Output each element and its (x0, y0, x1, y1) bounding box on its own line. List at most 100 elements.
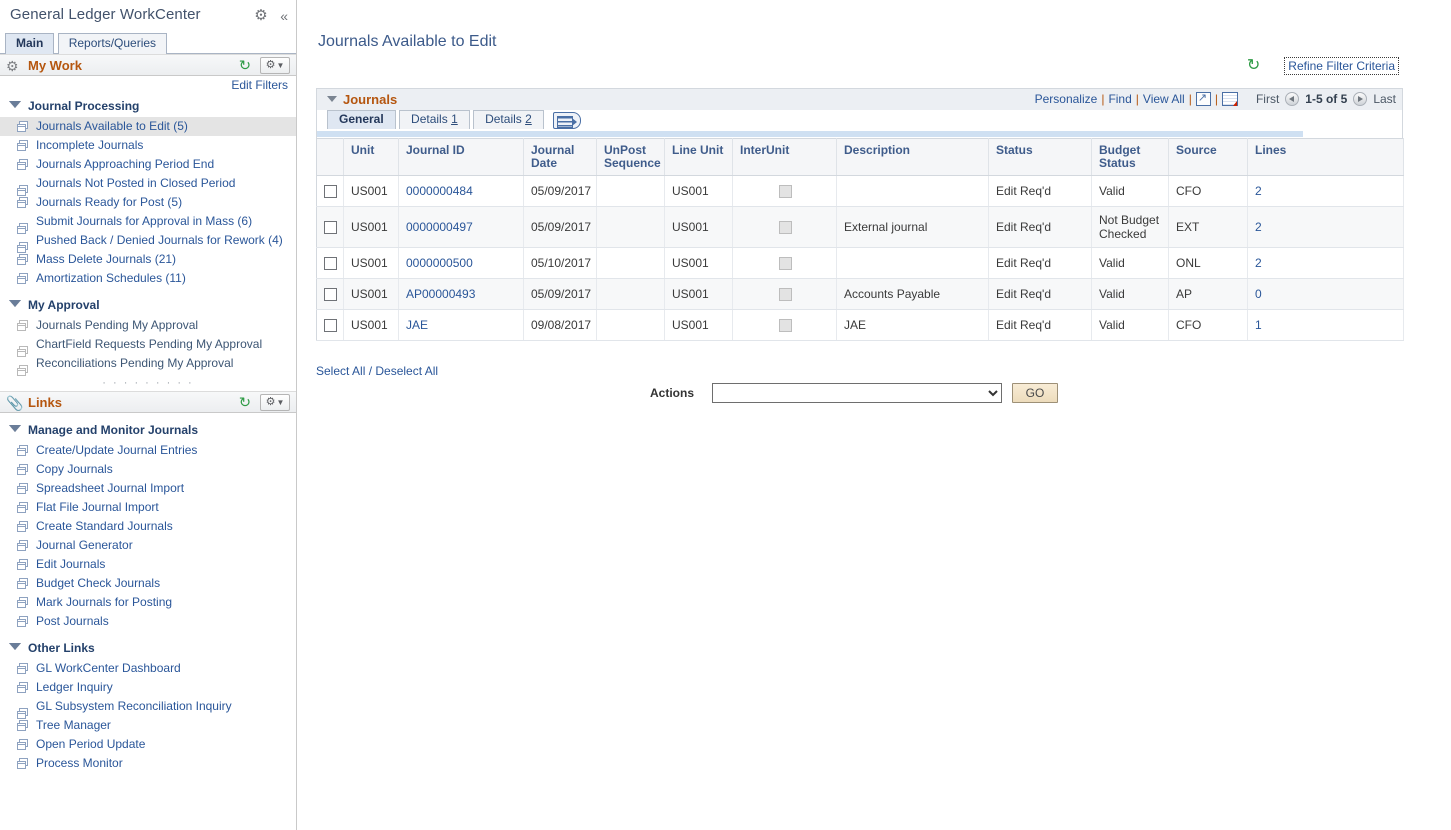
sidebar-item-create-update-journal-entries[interactable]: Create/Update Journal Entries (0, 441, 296, 460)
refine-filter-criteria-link[interactable]: Refine Filter Criteria (1284, 57, 1399, 75)
row-checkbox[interactable] (324, 319, 337, 332)
col-description[interactable]: Description (837, 139, 989, 176)
sidebar-item-journals-pending-my-approval[interactable]: Journals Pending My Approval (0, 316, 296, 335)
lines-link[interactable]: 1 (1255, 318, 1262, 332)
sidebar-item-label[interactable]: Budget Check Journals (36, 576, 160, 590)
journal-id-link[interactable]: JAE (406, 318, 428, 332)
lines-link[interactable]: 2 (1255, 220, 1262, 234)
col-line-unit[interactable]: Line Unit (665, 139, 733, 176)
sidebar-item-label[interactable]: Pushed Back / Denied Journals for Rework… (36, 233, 283, 247)
sidebar-item-journals-available-to-edit[interactable]: Journals Available to Edit (5) (0, 117, 296, 136)
sidebar-item-label[interactable]: GL Subsystem Reconciliation Inquiry (36, 699, 232, 713)
sidebar-item-budget-check-journals[interactable]: Budget Check Journals (0, 574, 296, 593)
links-options-button[interactable]: ⚙ ▼ (260, 394, 290, 411)
sidebar-item-label[interactable]: Incomplete Journals (36, 138, 143, 152)
customize-columns-icon[interactable] (553, 112, 581, 129)
section-header[interactable]: My Approval (0, 295, 296, 316)
sidebar-item-label[interactable]: Reconciliations Pending My Approval (36, 356, 233, 370)
sidebar-item-label[interactable]: Open Period Update (36, 737, 145, 751)
row-select-cell[interactable] (317, 207, 344, 248)
sidebar-item-spreadsheet-journal-import[interactable]: Spreadsheet Journal Import (0, 479, 296, 498)
sidebar-item-gl-subsystem-reconciliation-inquiry[interactable]: GL Subsystem Reconciliation Inquiry (0, 697, 296, 716)
cell-lines[interactable]: 2 (1248, 248, 1404, 279)
lines-link[interactable]: 2 (1255, 256, 1262, 270)
sidebar-item-label[interactable]: Create Standard Journals (36, 519, 173, 533)
cell-lines[interactable]: 0 (1248, 279, 1404, 310)
row-checkbox[interactable] (324, 221, 337, 234)
sidebar-item-label[interactable]: Journal Generator (36, 538, 133, 552)
sidebar-item-label[interactable]: Create/Update Journal Entries (36, 443, 197, 457)
gear-icon[interactable] (254, 9, 268, 23)
sidebar-item-label[interactable]: Journals Pending My Approval (36, 318, 198, 332)
edit-filters-link[interactable]: Edit Filters (231, 78, 288, 92)
sidebar-item-label[interactable]: Copy Journals (36, 462, 113, 476)
download-to-excel-icon[interactable] (1222, 92, 1238, 106)
sidebar-item-label[interactable]: Spreadsheet Journal Import (36, 481, 184, 495)
row-select-cell[interactable] (317, 279, 344, 310)
sidebar-item-submit-journals-for-approval-in-mass[interactable]: Submit Journals for Approval in Mass (6) (0, 212, 296, 231)
sidebar-item-incomplete-journals[interactable]: Incomplete Journals (0, 136, 296, 155)
sidebar-item-journals-not-posted-in-closed-period[interactable]: Journals Not Posted in Closed Period (0, 174, 296, 193)
section-header[interactable]: Other Links (0, 638, 296, 659)
col-status[interactable]: Status (989, 139, 1092, 176)
col-unit[interactable]: Unit (344, 139, 399, 176)
sidebar-item-copy-journals[interactable]: Copy Journals (0, 460, 296, 479)
sidebar-item-open-period-update[interactable]: Open Period Update (0, 735, 296, 754)
sidebar-item-label[interactable]: Submit Journals for Approval in Mass (6) (36, 214, 252, 228)
sidebar-item-mass-delete-journals[interactable]: Mass Delete Journals (21) (0, 250, 296, 269)
sidebar-item-edit-journals[interactable]: Edit Journals (0, 555, 296, 574)
sidebar-item-reconciliations-pending-my-approval[interactable]: Reconciliations Pending My Approval (0, 354, 296, 373)
row-select-cell[interactable] (317, 310, 344, 341)
sidebar-item-create-standard-journals[interactable]: Create Standard Journals (0, 517, 296, 536)
cell-lines[interactable]: 2 (1248, 176, 1404, 207)
sidebar-item-tree-manager[interactable]: Tree Manager (0, 716, 296, 735)
refresh-icon[interactable]: ↻ (239, 394, 251, 411)
sidebar-item-label[interactable]: Post Journals (36, 614, 109, 628)
actions-select[interactable] (712, 383, 1002, 403)
row-checkbox[interactable] (324, 185, 337, 198)
tab-general[interactable]: General (327, 110, 396, 129)
col-journal-id[interactable]: Journal ID (399, 139, 524, 176)
cell-journal-id[interactable]: JAE (399, 310, 524, 341)
collapse-left-icon[interactable]: « (280, 9, 288, 23)
row-select-cell[interactable] (317, 248, 344, 279)
grid-horizontal-scrollbar[interactable] (316, 129, 1403, 138)
section-header[interactable]: Manage and Monitor Journals (0, 420, 296, 441)
expand-window-icon[interactable] (1196, 92, 1211, 106)
col-source[interactable]: Source (1169, 139, 1248, 176)
sidebar-item-label[interactable]: Journals Available to Edit (5) (36, 119, 188, 133)
row-select-cell[interactable] (317, 176, 344, 207)
sidebar-item-journals-ready-for-post[interactable]: Journals Ready for Post (5) (0, 193, 296, 212)
sidebar-item-label[interactable]: Flat File Journal Import (36, 500, 159, 514)
view-all-link[interactable]: View All (1143, 92, 1185, 106)
sidebar-item-label[interactable]: Process Monitor (36, 756, 123, 770)
sidebar-item-label[interactable]: Edit Journals (36, 557, 105, 571)
next-page-icon[interactable] (1353, 92, 1367, 106)
col-lines[interactable]: Lines (1248, 139, 1404, 176)
sidebar-item-label[interactable]: Journals Not Posted in Closed Period (36, 176, 235, 190)
sidebar-item-label[interactable]: Journals Approaching Period End (36, 157, 214, 171)
first-page-label[interactable]: First (1256, 92, 1279, 106)
tab-details-1[interactable]: Details 1 (399, 110, 470, 129)
sidebar-item-amortization-schedules[interactable]: Amortization Schedules (11) (0, 269, 296, 288)
sidebar-item-ledger-inquiry[interactable]: Ledger Inquiry (0, 678, 296, 697)
sidebar-item-label[interactable]: Amortization Schedules (11) (36, 271, 186, 285)
cell-journal-id[interactable]: 0000000500 (399, 248, 524, 279)
sidebar-item-label[interactable]: Journals Ready for Post (5) (36, 195, 182, 209)
sidebar-item-pushed-back-denied-journals-for-rework[interactable]: Pushed Back / Denied Journals for Rework… (0, 231, 296, 250)
personalize-link[interactable]: Personalize (1035, 92, 1098, 106)
sidebar-item-label[interactable]: Tree Manager (36, 718, 111, 732)
last-page-label[interactable]: Last (1373, 92, 1396, 106)
sidebar-item-journals-approaching-period-end[interactable]: Journals Approaching Period End (0, 155, 296, 174)
col-interunit[interactable]: InterUnit (733, 139, 837, 176)
journal-id-link[interactable]: 0000000484 (406, 184, 473, 198)
refresh-icon[interactable]: ↻ (239, 57, 251, 74)
sidebar-item-label[interactable]: ChartField Requests Pending My Approval (36, 337, 262, 351)
row-checkbox[interactable] (324, 257, 337, 270)
sidebar-item-journal-generator[interactable]: Journal Generator (0, 536, 296, 555)
scrollbar-thumb[interactable] (317, 131, 1303, 137)
my-work-options-button[interactable]: ⚙ ▼ (260, 57, 290, 74)
refresh-icon[interactable]: ↻ (1247, 58, 1260, 74)
cell-journal-id[interactable]: 0000000497 (399, 207, 524, 248)
sidebar-item-chartfield-requests-pending-my-approval[interactable]: ChartField Requests Pending My Approval (0, 335, 296, 354)
